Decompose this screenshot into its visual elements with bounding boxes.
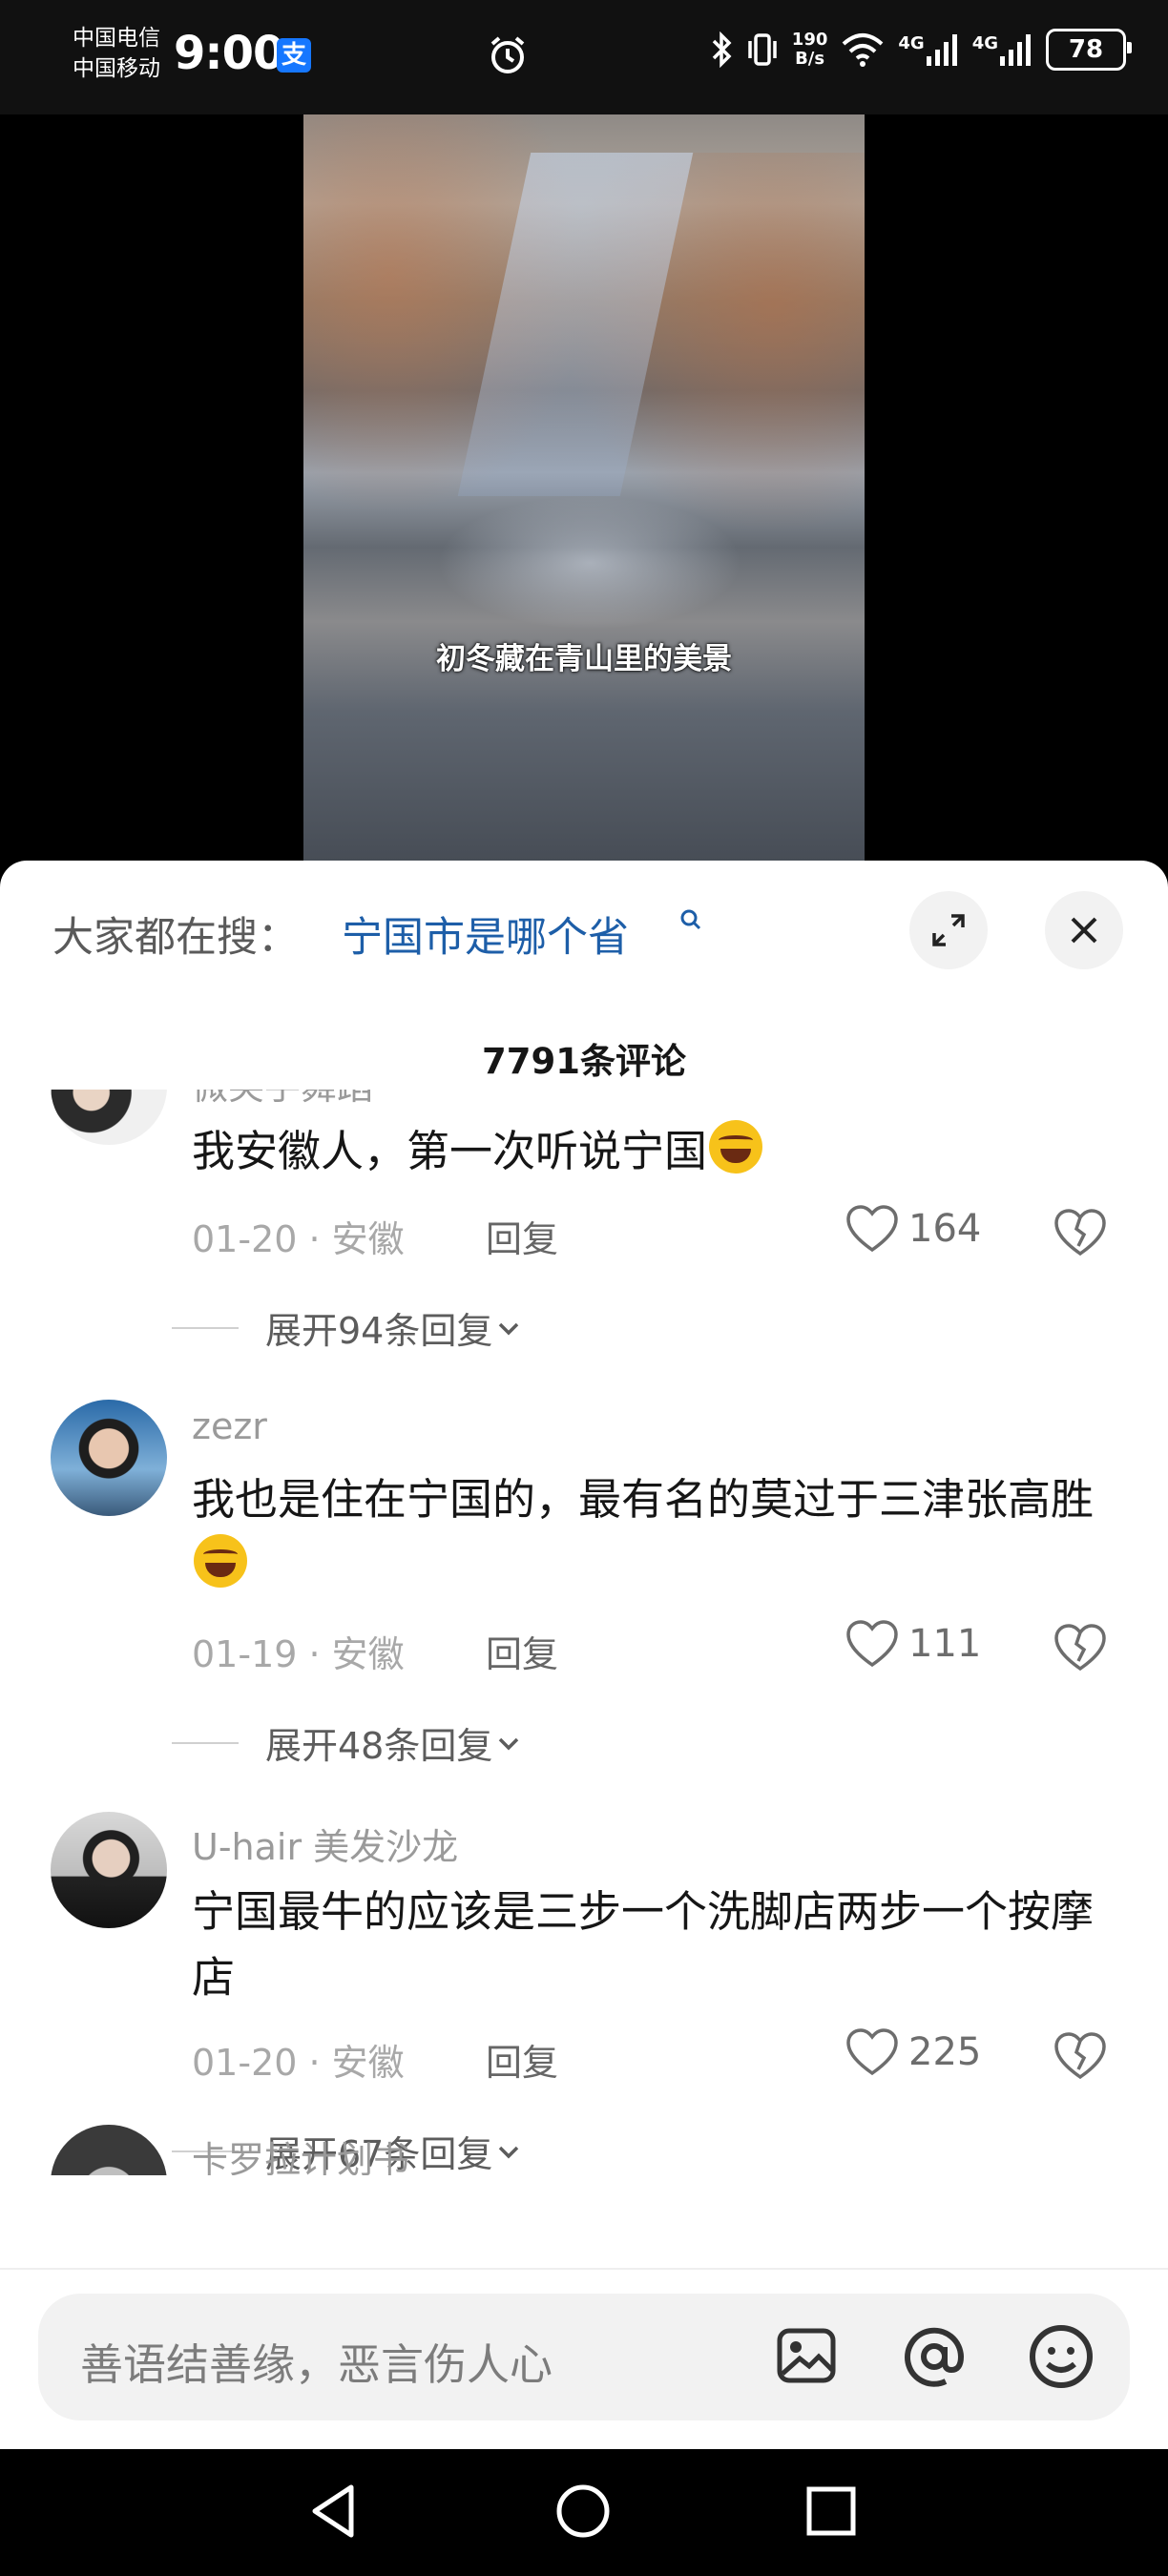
bluetooth-icon xyxy=(712,31,732,68)
dislike-button[interactable] xyxy=(1053,2031,1107,2085)
carrier-1: 中国电信 xyxy=(73,26,160,51)
video-frame-texture xyxy=(437,496,742,630)
comment-text: 我安徽人，第一次听说宁国 xyxy=(192,1118,1117,1184)
battery-level: 78 xyxy=(1068,35,1104,64)
like-count: 225 xyxy=(908,2030,982,2074)
heart-icon xyxy=(846,1205,898,1253)
laughing-emoji-icon xyxy=(194,1534,247,1588)
image-icon xyxy=(777,2328,836,2383)
video-caption: 初冬藏在青山里的美景 xyxy=(436,642,732,676)
comment-list[interactable]: 微笑手舞蹈 我安徽人，第一次听说宁国 01-20 · 安徽 回复 164 展开9… xyxy=(0,1090,1168,2175)
network-type-2: 4G xyxy=(971,33,998,53)
comments-sheet: 大家都在搜： 宁国市是哪个省 7791条评论 微笑手舞蹈 我安徽人，第一次听说宁… xyxy=(0,861,1168,2449)
search-suggestion-link[interactable]: 宁国市是哪个省 xyxy=(342,904,629,964)
status-bar: 中国电信 中国移动 9:00 支 190 B/s 4G 4G 78 xyxy=(0,0,1168,114)
expand-replies-button[interactable]: 展开94条回复 xyxy=(172,1301,525,1354)
input-divider xyxy=(0,2268,1168,2270)
reply-button[interactable]: 回复 xyxy=(486,1625,558,1677)
comment-text-content: 我安徽人，第一次听说宁国 xyxy=(192,1126,708,1176)
divider-line xyxy=(172,1741,239,1744)
clock: 9:00 xyxy=(174,27,284,80)
expand-replies-label: 展开94条回复 xyxy=(265,1310,493,1352)
broken-heart-icon xyxy=(1054,1624,1106,1672)
broken-heart-icon xyxy=(1054,2032,1106,2080)
vibrate-icon xyxy=(748,33,777,66)
system-navigation-bar xyxy=(0,2449,1168,2576)
divider-line xyxy=(172,1326,239,1329)
reply-button[interactable]: 回复 xyxy=(486,2033,558,2086)
like-button[interactable]: 111 xyxy=(845,1619,981,1669)
chevron-down-icon xyxy=(499,1737,519,1750)
recents-icon xyxy=(806,2486,856,2536)
avatar[interactable] xyxy=(51,1400,167,1516)
heart-icon xyxy=(846,1620,898,1668)
avatar[interactable] xyxy=(51,1090,167,1145)
carrier-2: 中国移动 xyxy=(73,56,160,81)
search-prompt: 大家都在搜： xyxy=(52,914,299,962)
comment-date-location: 01-20 · 安徽 xyxy=(192,2042,405,2084)
signal-group-2: 4G xyxy=(972,33,1032,66)
search-icon xyxy=(680,909,701,930)
expand-replies-button[interactable]: 展开48条回复 xyxy=(172,1716,525,1769)
dislike-button[interactable] xyxy=(1053,1208,1107,1261)
wifi-icon xyxy=(843,33,884,67)
mention-button[interactable] xyxy=(900,2322,969,2395)
comment-username[interactable]: zezr xyxy=(192,1405,267,1447)
expand-icon xyxy=(932,914,965,946)
alipay-icon: 支 xyxy=(277,38,311,73)
comment-date-location: 01-20 · 安徽 xyxy=(192,1218,405,1260)
status-icons: 190 B/s 4G 4G 78 xyxy=(710,29,1132,71)
like-button[interactable]: 164 xyxy=(845,1204,981,1254)
signal-icon xyxy=(926,34,957,66)
heart-icon xyxy=(846,2028,898,2076)
network-type-1: 4G xyxy=(898,33,925,53)
alarm-icon xyxy=(487,34,529,80)
net-speed-unit: B/s xyxy=(795,49,825,69)
signal-group-1: 4G xyxy=(898,33,958,66)
comment-count: 7791条评论 xyxy=(482,1041,686,1082)
back-button[interactable] xyxy=(303,2480,366,2546)
close-button[interactable] xyxy=(1045,891,1123,969)
avatar[interactable] xyxy=(51,2125,167,2175)
avatar[interactable] xyxy=(51,1812,167,1928)
comment-input[interactable]: 善语结善缘，恶言伤人心 xyxy=(38,2294,1130,2420)
at-icon xyxy=(905,2327,965,2387)
net-speed: 190 B/s xyxy=(792,31,828,69)
comment-input-placeholder: 善语结善缘，恶言伤人心 xyxy=(80,2339,553,2390)
comment-text: 宁国最牛的应该是三步一个洗脚店两步一个按摩店 xyxy=(192,1886,1095,2003)
like-count: 111 xyxy=(908,1622,982,1666)
like-count: 164 xyxy=(908,1207,982,1251)
image-button[interactable] xyxy=(773,2322,840,2393)
reply-button[interactable]: 回复 xyxy=(486,1210,558,1262)
comment-date-location: 01-19 · 安徽 xyxy=(192,1633,405,1675)
carrier-labels: 中国电信 中国移动 xyxy=(73,23,160,84)
video-player[interactable]: 初冬藏在青山里的美景 xyxy=(303,114,865,861)
emoji-icon xyxy=(1030,2325,1093,2388)
like-button[interactable]: 225 xyxy=(845,2027,981,2077)
chevron-down-icon xyxy=(499,1322,519,1335)
signal-icon xyxy=(1000,34,1031,66)
back-icon xyxy=(312,2484,354,2538)
comment-text: 我也是住在宁国的，最有名的莫过于三津张高胜 xyxy=(192,1466,1117,1598)
dislike-button[interactable] xyxy=(1053,1623,1107,1676)
battery-icon: 78 xyxy=(1046,29,1132,71)
comment-username[interactable]: U-hair 美发沙龙 xyxy=(192,1818,458,1870)
comment-username[interactable]: 微笑手舞蹈 xyxy=(192,1090,373,1110)
comment-text-content: 我也是住在宁国的，最有名的莫过于三津张高胜 xyxy=(192,1474,1095,1525)
chevron-down-icon xyxy=(499,2146,519,2158)
emoji-button[interactable] xyxy=(1027,2322,1095,2395)
home-icon xyxy=(556,2484,610,2538)
laughing-emoji-icon xyxy=(709,1120,763,1174)
comment-username[interactable]: 卡罗拉计划书 xyxy=(192,2130,409,2175)
expand-button[interactable] xyxy=(909,891,988,969)
close-icon xyxy=(1071,917,1097,944)
home-button[interactable] xyxy=(552,2480,615,2546)
broken-heart-icon xyxy=(1054,1209,1106,1257)
expand-replies-label: 展开48条回复 xyxy=(265,1725,493,1767)
recents-button[interactable] xyxy=(800,2480,863,2546)
net-speed-value: 190 xyxy=(791,30,828,50)
